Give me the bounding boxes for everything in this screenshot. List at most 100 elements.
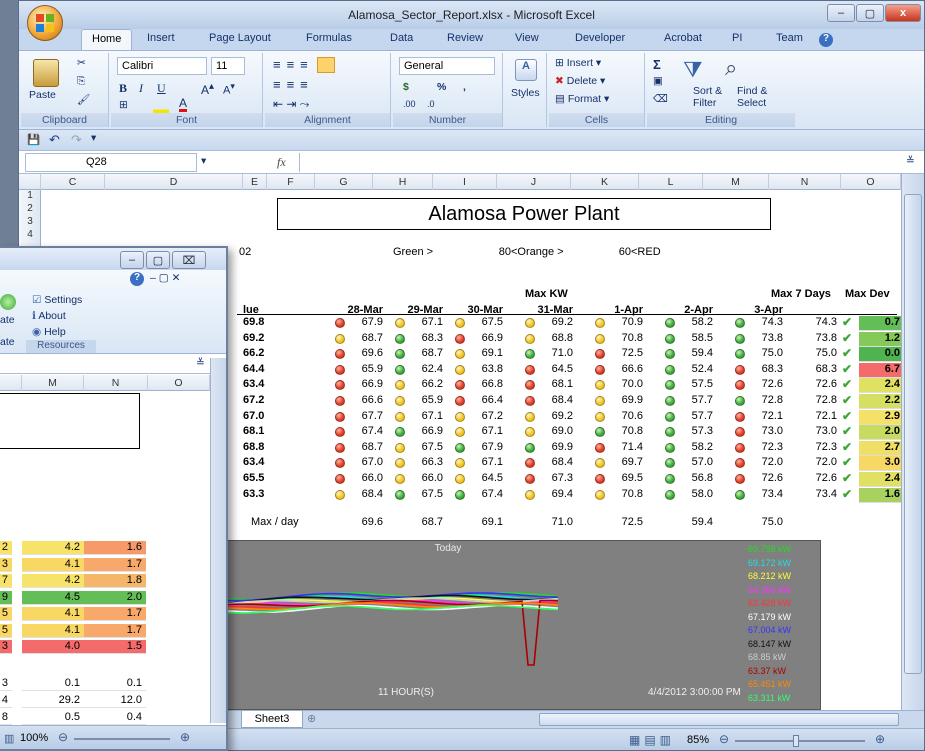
kw-cell[interactable]: 65.9 [345,363,383,375]
kw-cell[interactable]: 67.4 [465,488,503,500]
second-grid-cell[interactable]: 3 [0,677,12,691]
kw-cell[interactable]: 66.9 [345,378,383,390]
column-header[interactable] [0,375,22,391]
kw-cell[interactable]: 68.4 [535,456,573,468]
kw-cell[interactable]: 68.4 [345,488,383,500]
kw-cell[interactable]: 75.0 [745,347,783,359]
max-dev-cell[interactable]: 2.9 [859,409,903,425]
expand-formula-bar-icon[interactable]: ≚ [906,155,915,167]
tab-data[interactable]: Data [390,32,413,44]
kw-cell[interactable]: 68.3 [405,332,443,344]
max-7-days-cell[interactable]: 74.3 [785,316,837,328]
second-expand-icon[interactable]: ≚ [196,357,205,369]
max-per-day-cell[interactable]: 59.4 [667,516,713,528]
column-header[interactable]: F [267,174,315,190]
second-grid-cell[interactable]: 8 [0,711,12,725]
second-grid-cell[interactable]: 1.7 [84,623,146,638]
sort-filter-label[interactable]: Sort & [693,85,722,97]
max-7-days-cell[interactable]: 72.1 [785,410,837,422]
kw-cell[interactable]: 67.1 [465,425,503,437]
format-cells-button[interactable]: ▤ Format ▾ [555,93,609,105]
max-dev-cell[interactable]: 2.4 [859,378,903,394]
styles-button[interactable]: Styles [511,87,540,99]
tab-acrobat[interactable]: Acrobat [664,32,702,44]
zoom-in-icon[interactable]: ⊕ [875,732,885,746]
delete-cells-button[interactable]: ✖ Delete ▾ [555,75,605,87]
max-dev-cell[interactable]: 2.0 [859,425,903,441]
tab-formulas[interactable]: Formulas [306,32,352,44]
scrollbar-thumb[interactable] [904,194,922,674]
max-per-day-cell[interactable]: 69.6 [337,516,383,528]
second-grid-cell[interactable]: 4.5 [22,590,84,605]
kw-cell[interactable]: 57.7 [675,410,713,422]
decrease-font-icon[interactable]: A▾ [223,81,235,97]
max-dev-cell[interactable]: 1.2 [859,331,903,347]
font-name-select[interactable]: Calibri [117,57,207,75]
second-grid-cell[interactable]: 2 [0,541,12,555]
kw-cell[interactable]: 71.0 [535,347,573,359]
help-button[interactable]: ◉ Help [32,326,66,338]
increase-font-icon[interactable]: A▴ [201,81,214,97]
kw-cell[interactable]: 67.3 [535,472,573,484]
zoom-slider[interactable] [735,740,865,742]
second-help-icon[interactable]: ? [130,272,144,286]
second-formula-bar[interactable]: ≚ [0,354,210,374]
second-grid-cell[interactable]: 7 [0,574,12,588]
office-button[interactable] [27,5,63,41]
find-select-label[interactable]: Find & [737,85,767,97]
power-trend-chart[interactable]: Today 11 HOUR(S) 4/4/2012 3:00:00 PM 69.… [227,540,821,710]
kw-cell[interactable]: 72.0 [745,456,783,468]
insert-cells-button[interactable]: ⊞ Insert ▾ [555,57,601,69]
max-7-days-cell[interactable]: 72.3 [785,441,837,453]
kw-cell[interactable]: 64.5 [465,472,503,484]
second-grid-cell[interactable]: 4.2 [22,541,84,555]
kw-cell[interactable]: 69.7 [605,456,643,468]
name-box[interactable]: Q28 [25,153,197,172]
kw-cell[interactable]: 66.9 [465,332,503,344]
second-grid-cell[interactable]: 4 [0,694,12,708]
column-header[interactable]: J [497,174,571,190]
kw-cell[interactable]: 69.9 [605,394,643,406]
kw-cell[interactable]: 72.5 [605,347,643,359]
number-format-select[interactable]: General [399,57,495,75]
max-dev-cell[interactable]: 3.0 [859,456,903,472]
cut-icon[interactable]: ✂ [77,57,86,69]
kw-cell[interactable]: 70.0 [605,378,643,390]
column-header[interactable]: M [703,174,769,190]
kw-cell[interactable]: 69.4 [535,488,573,500]
row-header[interactable]: 4 [19,229,41,240]
kw-cell[interactable]: 59.4 [675,347,713,359]
minimize-button[interactable]: – [827,4,855,22]
tab-view[interactable]: View [515,32,539,44]
max-per-day-cell[interactable]: 71.0 [527,516,573,528]
kw-cell[interactable]: 68.3 [745,363,783,375]
max-dev-cell[interactable]: 1.6 [859,487,903,503]
second-grid-cell[interactable]: 1.8 [84,574,146,588]
align-left-icons[interactable]: ≡≡≡ [273,77,314,92]
kw-cell[interactable]: 64.5 [535,363,573,375]
kw-cell[interactable]: 67.1 [405,316,443,328]
kw-cell[interactable]: 58.5 [675,332,713,344]
help-icon[interactable]: ? [819,33,833,47]
second-minimize-button[interactable]: – [120,251,144,269]
settings-button[interactable]: ☑ Settings [32,294,82,306]
tab-page-layout[interactable]: Page Layout [209,32,271,44]
column-header[interactable]: K [571,174,639,190]
kw-cell[interactable]: 67.9 [465,441,503,453]
kw-cell[interactable]: 56.8 [675,472,713,484]
max-per-day-cell[interactable]: 75.0 [737,516,783,528]
font-color-icon[interactable]: A [179,97,188,112]
zoom-level[interactable]: 85% [687,734,709,746]
second-grid-cell[interactable]: 1.6 [84,541,146,555]
kw-cell[interactable]: 67.5 [405,488,443,500]
save-icon[interactable]: 💾 [27,133,40,146]
fill-color-icon[interactable] [153,101,169,113]
max-7-days-cell[interactable]: 73.0 [785,425,837,437]
second-grid-cell[interactable]: 4.1 [22,607,84,621]
max-per-day-cell[interactable]: 69.1 [457,516,503,528]
kw-cell[interactable]: 70.8 [605,488,643,500]
kw-cell[interactable]: 58.0 [675,488,713,500]
kw-cell[interactable]: 52.4 [675,363,713,375]
max-7-days-cell[interactable]: 72.6 [785,378,837,390]
kw-cell[interactable]: 67.5 [405,441,443,453]
